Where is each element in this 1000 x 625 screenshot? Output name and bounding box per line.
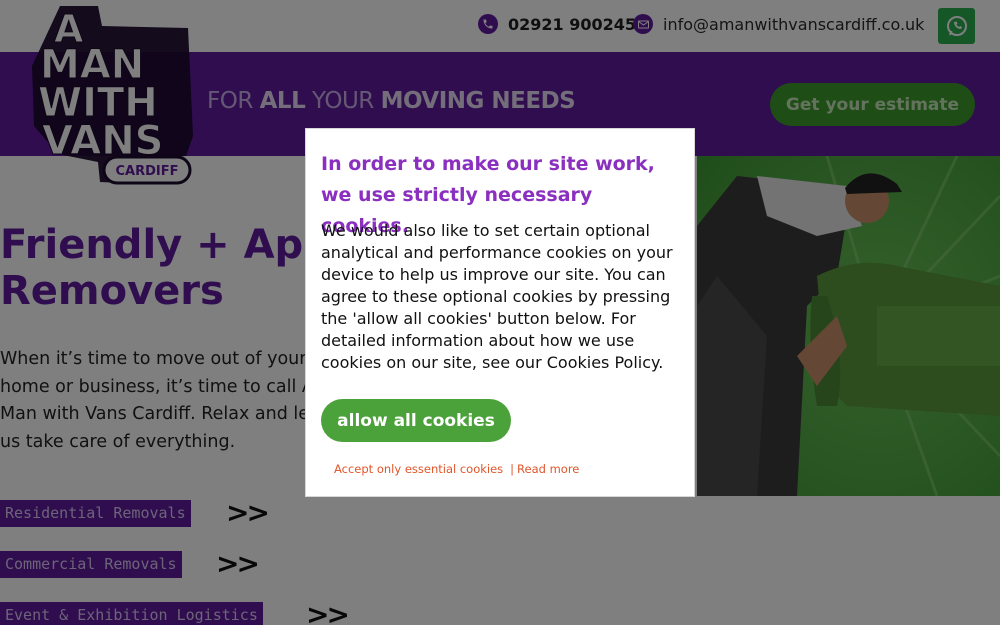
allow-all-cookies-button[interactable]: allow all cookies — [321, 399, 511, 442]
read-more-link[interactable]: Read more — [517, 462, 579, 476]
cookie-dialog-links: Accept only essential cookies | Read more — [334, 462, 579, 476]
accept-essential-cookies-link[interactable]: Accept only essential cookies — [334, 462, 503, 476]
link-separator: | — [510, 462, 515, 476]
cookie-consent-dialog: In order to make our site work, we use s… — [305, 128, 695, 497]
cookie-dialog-body: We would also like to set certain option… — [321, 221, 673, 372]
